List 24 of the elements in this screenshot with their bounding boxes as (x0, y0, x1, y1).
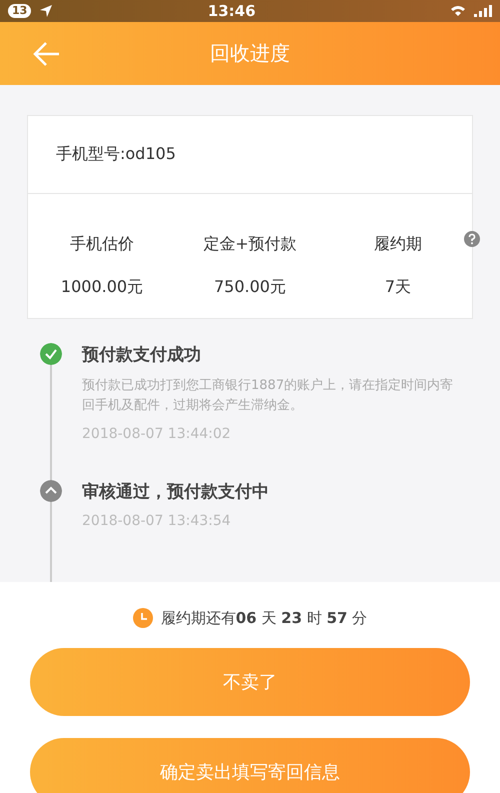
page-title: 回收进度 (210, 40, 290, 67)
step-time: 2018-08-07 13:44:02 (82, 426, 232, 442)
stat-value: 1000.00元 (60, 277, 144, 298)
notification-badge: 13 (8, 4, 32, 18)
stat-value: 7天 (384, 277, 412, 298)
step-time: 2018-08-07 13:43:54 (82, 513, 232, 529)
action-button[interactable]: 不卖了 (30, 648, 470, 716)
wifi-icon (450, 5, 466, 17)
stat-label: 定金+预付款 (203, 234, 297, 255)
step-title: 预付款支付成功 (82, 344, 202, 366)
countdown-text: 履约期还有06 天 23 时 57 分 (160, 608, 368, 628)
clock-icon (132, 608, 153, 628)
clock-time: 13:46 (206, 2, 257, 20)
stat-label: 手机估价 (70, 234, 134, 255)
stat-label: 履约期 (374, 234, 422, 255)
help-icon[interactable] (464, 231, 480, 247)
phone-model: 手机型号:od105 (28, 116, 472, 194)
back-arrow-icon[interactable] (32, 40, 60, 68)
action-button[interactable]: 确定卖出填写寄回信息 (30, 738, 470, 793)
step-description: 预付款已成功打到您工商银行1887的账户上，请在指定时间内寄回手机及配件，过期将会产生滞纳金。 (82, 377, 454, 415)
location-icon (39, 4, 54, 18)
step-title: 审核通过，预付款支付中 (82, 481, 269, 503)
signal-icon (474, 5, 492, 17)
stat-value: 750.00元 (214, 277, 286, 298)
